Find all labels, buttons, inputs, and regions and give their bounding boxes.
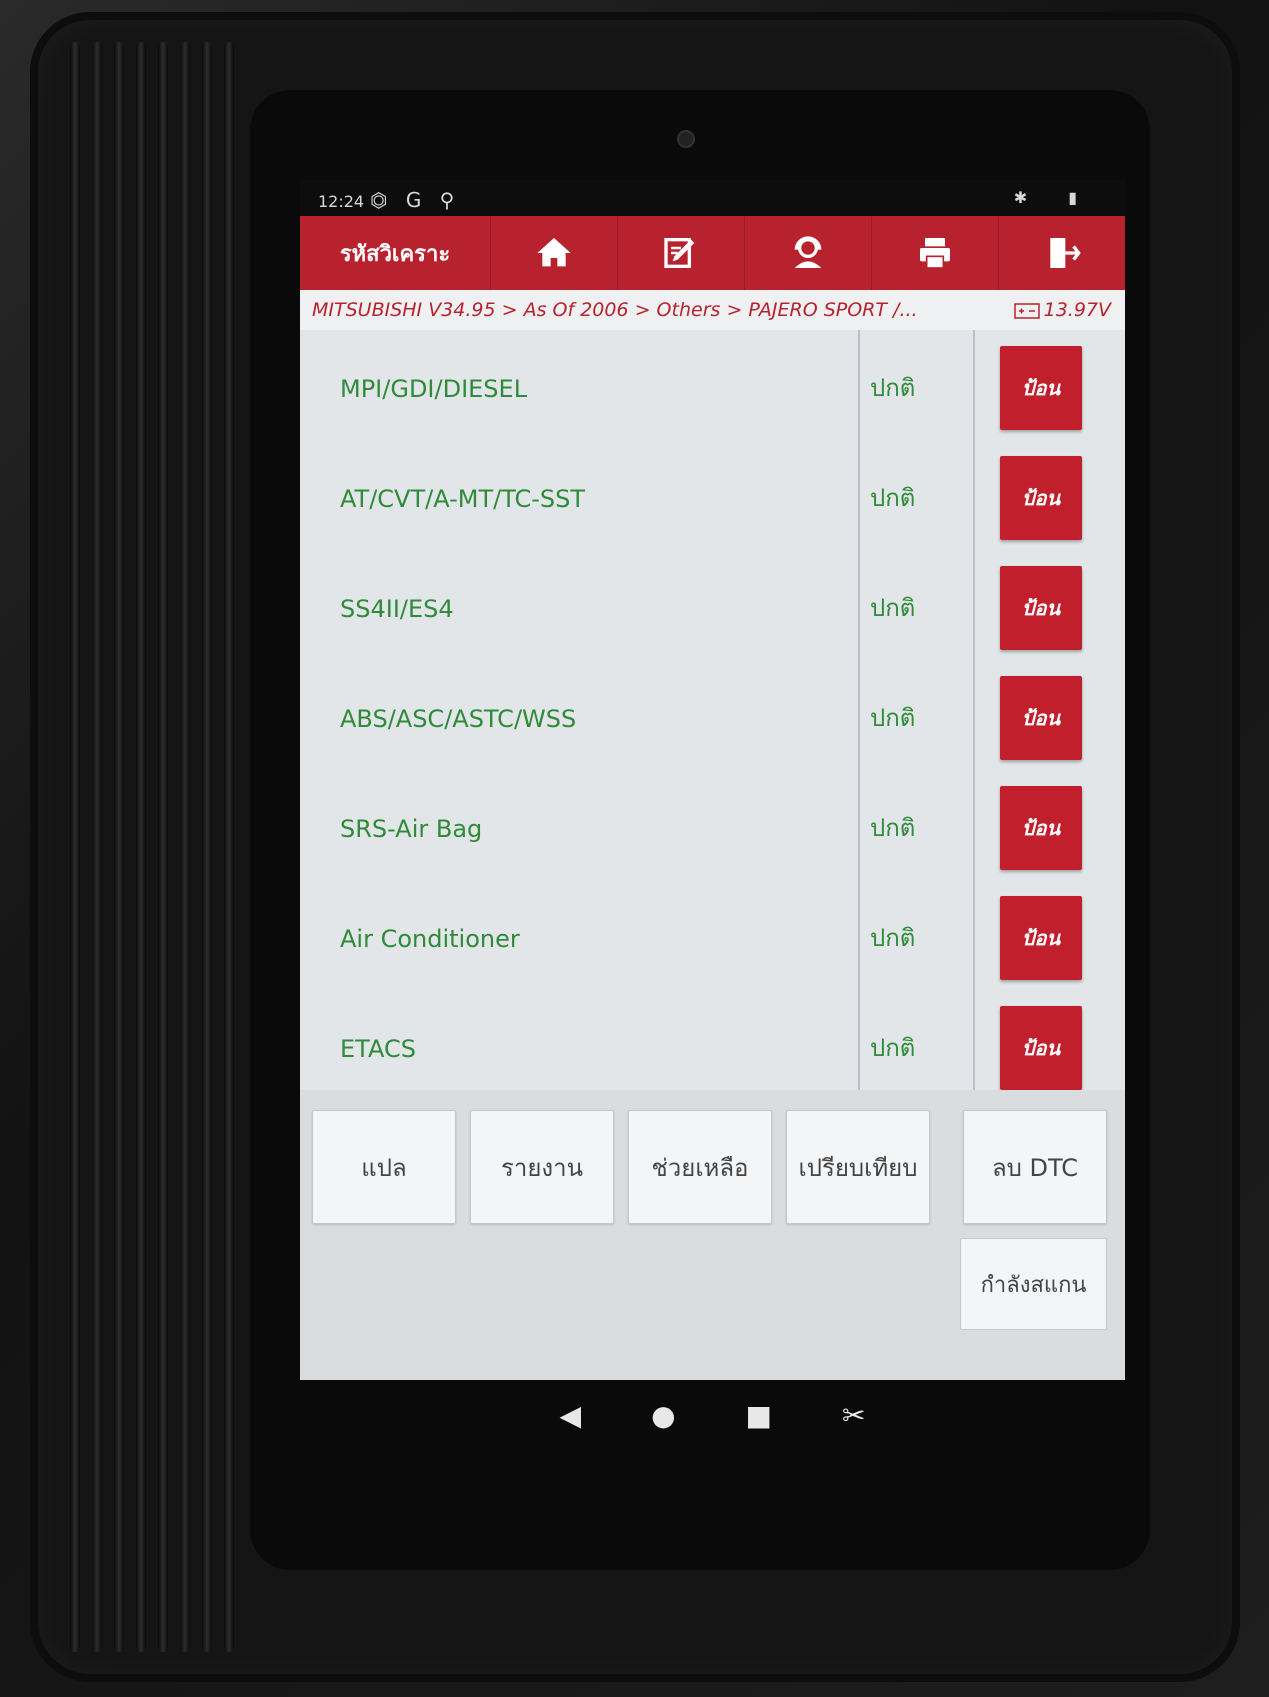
compare-button[interactable]: เปรียบเทียบ (786, 1110, 930, 1224)
system-row: ETACS ปกติ ป้อน (300, 990, 1125, 1090)
enter-button[interactable]: ป้อน (1000, 896, 1082, 980)
breadcrumb-bar: MITSUBISHI V34.95 > As Of 2006 > Others … (300, 290, 1125, 331)
clear-dtc-button[interactable]: ลบ DTC (963, 1110, 1107, 1224)
screenshot-icon[interactable]: ✂ (842, 1399, 865, 1432)
scanning-button[interactable]: กำลังสแกน (960, 1238, 1107, 1330)
recent-apps-icon[interactable]: ■ (746, 1399, 772, 1432)
front-camera (677, 130, 695, 148)
voltage-value: 13.97V (1043, 299, 1111, 321)
page-title: รหัสวิเคราะ (339, 241, 451, 267)
system-name: ABS/ASC/ASTC/WSS (300, 660, 860, 778)
system-row: AT/CVT/A-MT/TC-SST ปกติ ป้อน (300, 440, 1125, 560)
system-list: MPI/GDI/DIESEL ปกติ ป้อน AT/CVT/A-MT/TC-… (300, 330, 1125, 1090)
report-button[interactable]: รายงาน (470, 1110, 614, 1224)
system-row: Air Conditioner ปกติ ป้อน (300, 880, 1125, 1000)
action-panel: แปล รายงาน ช่วยเหลือ เปรียบเทียบ ลบ DTC … (300, 1090, 1125, 1380)
system-name: ETACS (300, 990, 860, 1090)
system-row: SS4II/ES4 ปกติ ป้อน (300, 550, 1125, 670)
print-button[interactable] (871, 216, 998, 290)
translate-button[interactable]: แปล (312, 1110, 456, 1224)
help-button[interactable]: ช่วยเหลือ (628, 1110, 772, 1224)
status-time: 12:24 (318, 192, 365, 211)
system-status: ปกติ (860, 880, 975, 998)
system-status: ปกติ (860, 550, 975, 668)
system-name: MPI/GDI/DIESEL (300, 330, 860, 448)
android-nav-bar: ◀ ● ■ ✂ (300, 1380, 1125, 1450)
system-status: ปกติ (860, 330, 975, 448)
system-row: MPI/GDI/DIESEL ปกติ ป้อน (300, 330, 1125, 450)
support-icon (794, 236, 822, 268)
exit-icon (1050, 238, 1081, 268)
system-status: ปกติ (860, 990, 975, 1090)
system-name: SRS-Air Bag (300, 770, 860, 888)
status-icons-left: ⏣ G ⚲ (370, 188, 461, 212)
edit-button[interactable] (617, 216, 744, 290)
battery-icon (1013, 303, 1040, 319)
print-icon (920, 238, 950, 269)
system-row: ABS/ASC/ASTC/WSS ปกติ ป้อน (300, 660, 1125, 780)
enter-button[interactable]: ป้อน (1000, 346, 1082, 430)
home-icon (537, 238, 571, 267)
home-button[interactable] (490, 216, 617, 290)
enter-button[interactable]: ป้อน (1000, 456, 1082, 540)
exit-button[interactable] (998, 216, 1125, 290)
status-bar: 12:24 ⏣ G ⚲ ✱ ▮ (300, 180, 1125, 216)
system-name: AT/CVT/A-MT/TC-SST (300, 440, 860, 558)
system-name: Air Conditioner (300, 880, 860, 998)
battery-voltage: 13.97V (1013, 299, 1125, 321)
status-icons-right: ✱ ▮ (1013, 188, 1095, 207)
enter-button[interactable]: ป้อน (1000, 1006, 1082, 1090)
back-icon[interactable]: ◀ (560, 1399, 582, 1432)
system-status: ปกติ (860, 770, 975, 888)
enter-button[interactable]: ป้อน (1000, 566, 1082, 650)
system-row: SRS-Air Bag ปกติ ป้อน (300, 770, 1125, 890)
screen: 12:24 ⏣ G ⚲ ✱ ▮ รหัสวิเคราะ MITSUBISHI V… (300, 180, 1125, 1380)
system-name: SS4II/ES4 (300, 550, 860, 668)
system-status: ปกติ (860, 440, 975, 558)
edit-icon (664, 238, 695, 268)
breadcrumb: MITSUBISHI V34.95 > As Of 2006 > Others … (312, 299, 918, 321)
home-nav-icon[interactable]: ● (651, 1399, 675, 1432)
support-button[interactable] (744, 216, 871, 290)
tablet-grip (70, 42, 240, 1652)
enter-button[interactable]: ป้อน (1000, 786, 1082, 870)
enter-button[interactable]: ป้อน (1000, 676, 1082, 760)
top-toolbar: รหัสวิเคราะ (300, 216, 1125, 290)
system-status: ปกติ (860, 660, 975, 778)
